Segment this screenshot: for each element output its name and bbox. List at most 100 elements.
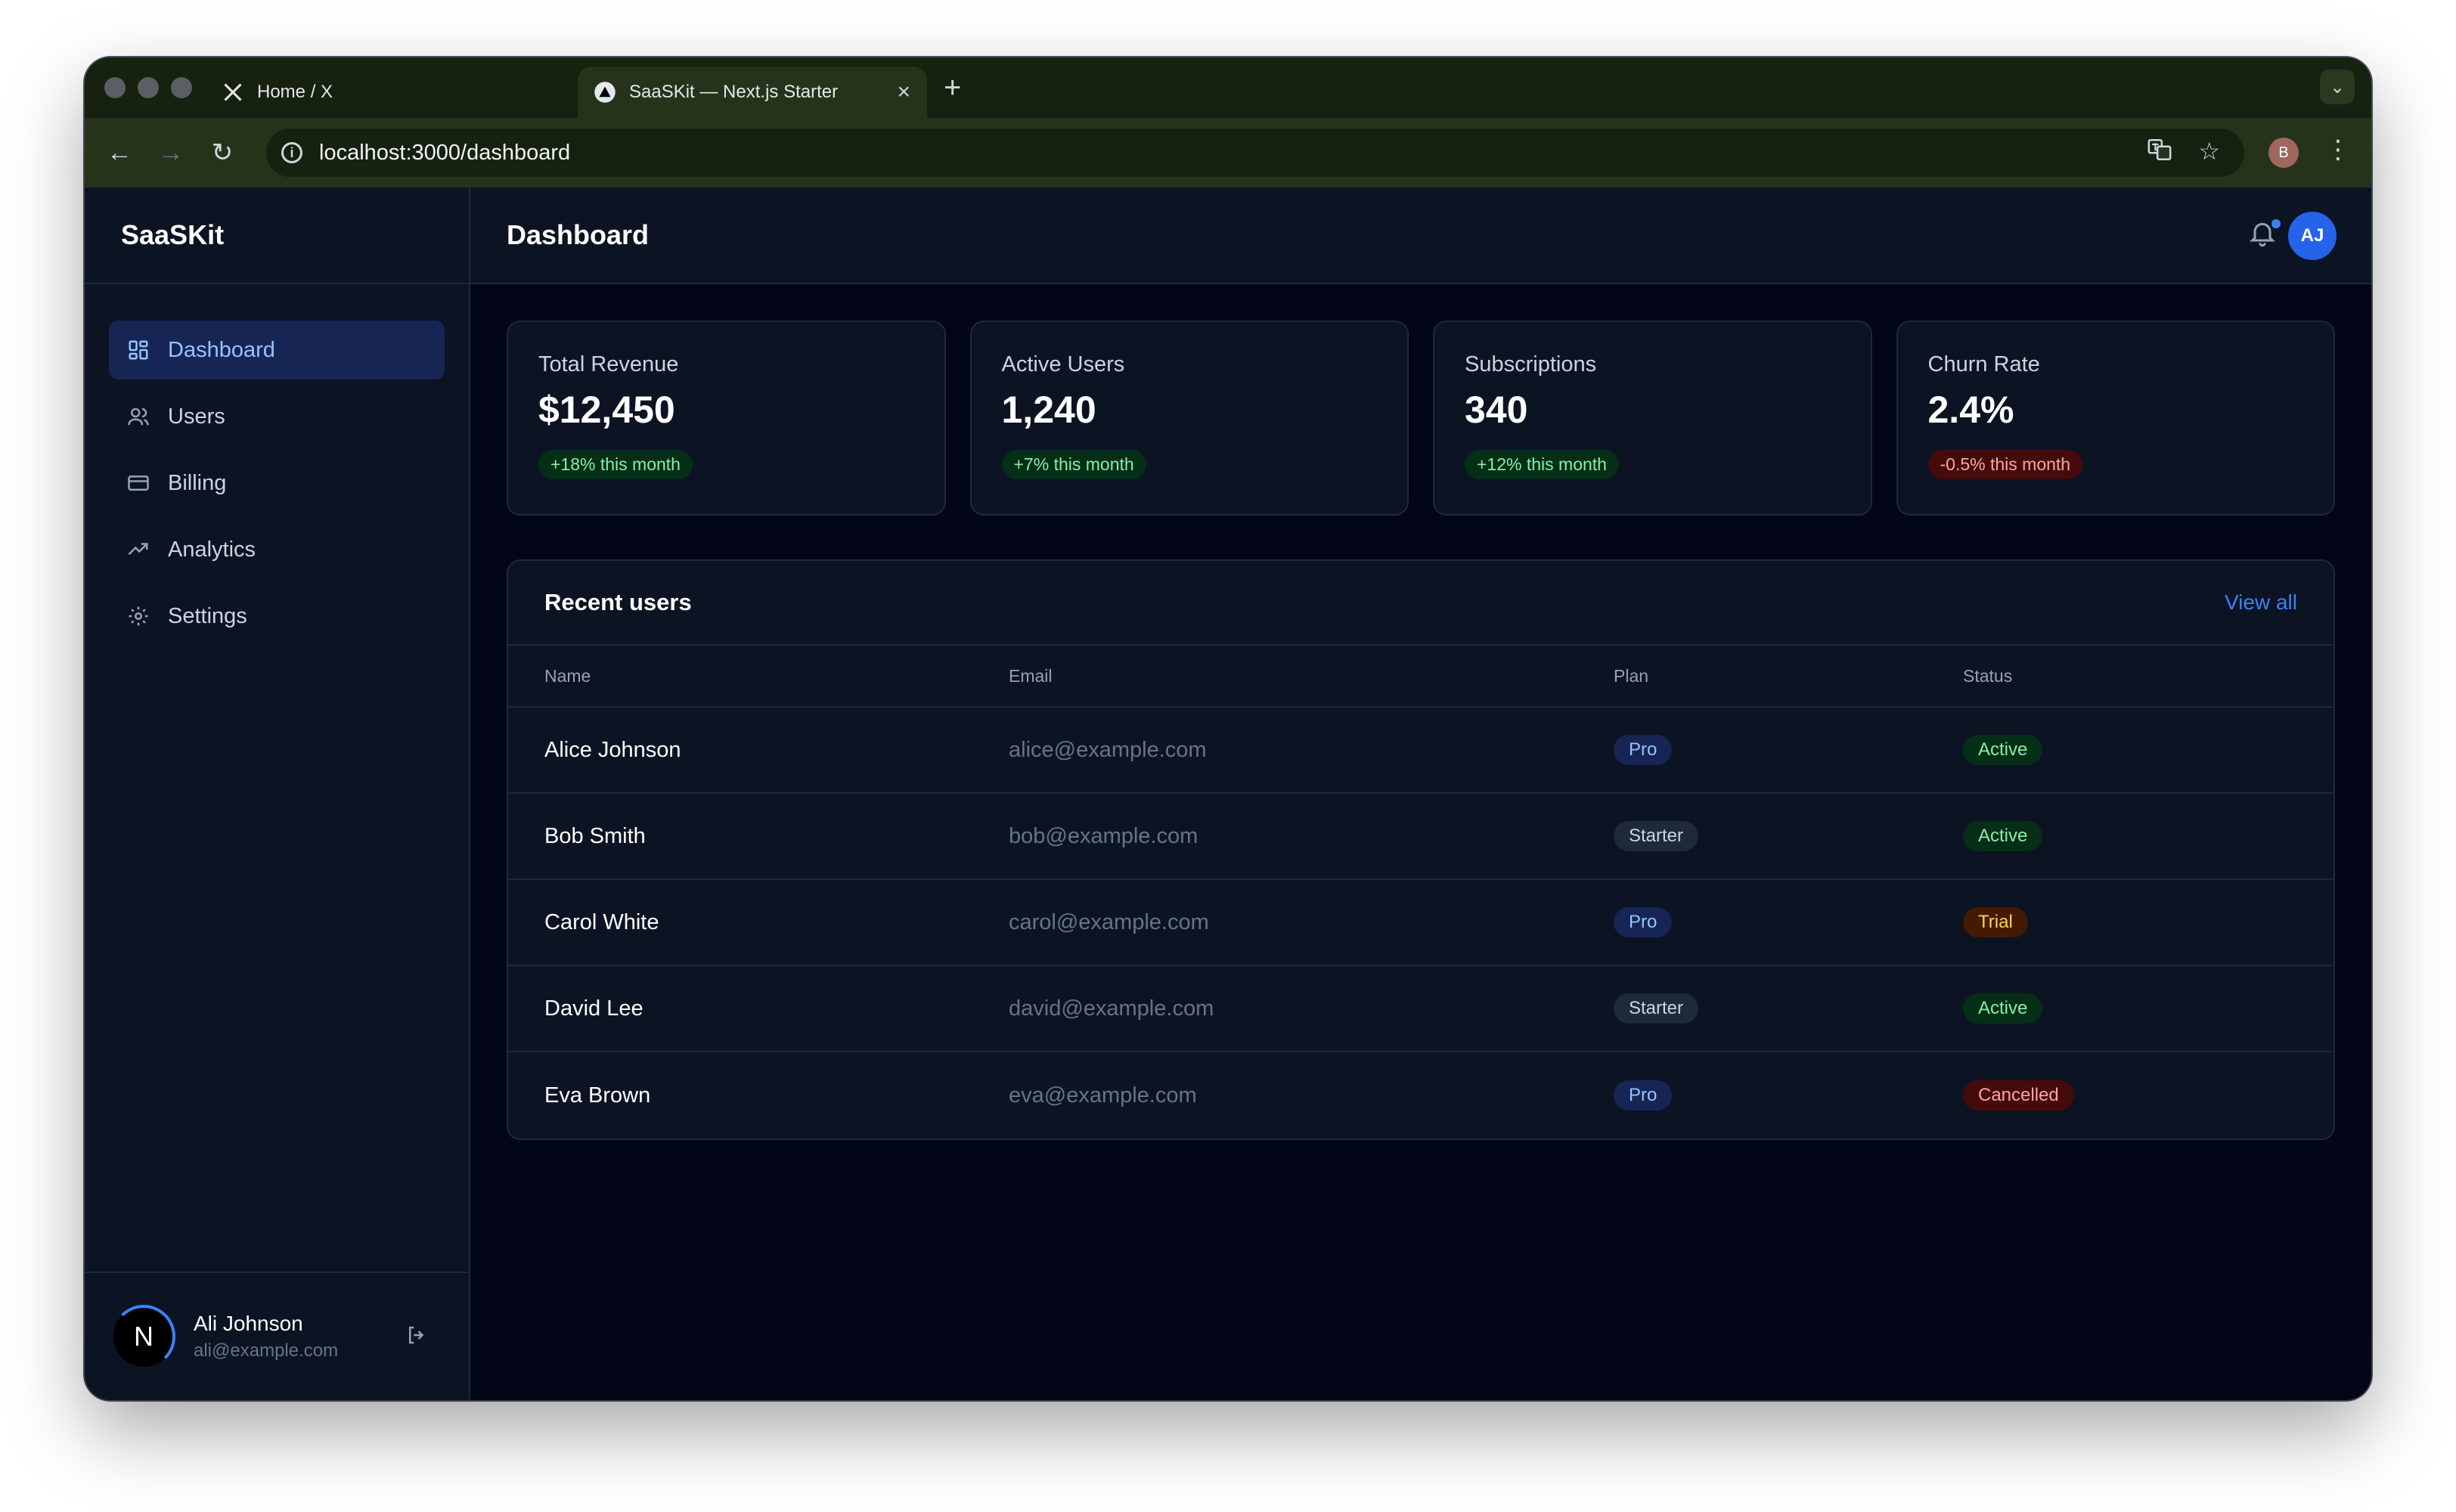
sidebar-nav: Dashboard Users Billing Analytics Settin… bbox=[85, 284, 469, 646]
url-text[interactable]: localhost:3000/dashboard bbox=[319, 141, 570, 166]
user-name-cell: Eva Brown bbox=[544, 1083, 651, 1108]
sidebar-item-dashboard[interactable]: Dashboard bbox=[109, 321, 445, 380]
reload-icon[interactable]: ↻ bbox=[204, 135, 240, 171]
sidebar-item-label: Settings bbox=[168, 603, 247, 628]
recent-users-panel: Recent users View all Name Email Plan St… bbox=[507, 559, 2335, 1140]
main-content: Dashboard AJ Total Revenue $12,450 +18% … bbox=[470, 187, 2371, 1400]
stat-change-badge: +18% this month bbox=[538, 450, 693, 479]
view-all-link[interactable]: View all bbox=[2225, 590, 2297, 615]
stat-change-badge: -0.5% this month bbox=[1927, 450, 2083, 479]
tab-saaskit[interactable]: SaaSKit — Next.js Starter × bbox=[578, 67, 927, 118]
stat-label: Total Revenue bbox=[538, 352, 679, 376]
sidebar-item-label: Billing bbox=[168, 470, 227, 495]
stat-value: 340 bbox=[1465, 389, 1528, 431]
table-header: Name Email Plan Status bbox=[508, 646, 2334, 708]
back-icon[interactable]: ← bbox=[101, 135, 138, 171]
tab-search-button[interactable]: ⌄ bbox=[2320, 70, 2355, 104]
user-name-cell: Alice Johnson bbox=[544, 737, 681, 762]
table-row[interactable]: Eva Brown eva@example.com Pro Cancelled bbox=[508, 1052, 2334, 1139]
stat-value: 2.4% bbox=[1927, 389, 2014, 431]
column-header-email: Email bbox=[1009, 665, 1053, 686]
tab-title: SaaSKit — Next.js Starter bbox=[629, 82, 839, 102]
tab-strip: Home / X × SaaSKit — Next.js Starter × +… bbox=[85, 57, 2371, 118]
status-badge: Cancelled bbox=[1963, 1080, 2074, 1111]
sidebar-item-label: Dashboard bbox=[168, 337, 275, 362]
stat-change-badge: +7% this month bbox=[1001, 450, 1146, 479]
status-badge: Active bbox=[1963, 821, 2043, 851]
table-row[interactable]: Alice Johnson alice@example.com Pro Acti… bbox=[508, 708, 2334, 794]
sidebar-item-analytics[interactable]: Analytics bbox=[109, 520, 445, 579]
plan-badge: Starter bbox=[1614, 993, 1699, 1024]
user-email-cell: alice@example.com bbox=[1009, 737, 1207, 762]
panel-header: Recent users View all bbox=[508, 561, 2334, 646]
column-header-status: Status bbox=[1963, 665, 2013, 686]
close-window-button[interactable] bbox=[104, 77, 126, 98]
sidebar-item-billing[interactable]: Billing bbox=[109, 454, 445, 513]
stat-value: 1,240 bbox=[1001, 389, 1096, 431]
sidebar-item-users[interactable]: Users bbox=[109, 387, 445, 446]
status-badge: Active bbox=[1963, 993, 2043, 1024]
logout-icon[interactable] bbox=[405, 1324, 428, 1350]
bookmark-star-icon[interactable]: ☆ bbox=[2198, 137, 2220, 169]
user-email-cell: eva@example.com bbox=[1009, 1083, 1197, 1108]
sidebar-item-label: Users bbox=[168, 404, 225, 429]
user-email-cell: bob@example.com bbox=[1009, 823, 1199, 848]
user-email: ali@example.com bbox=[194, 1340, 339, 1361]
user-info: Ali Johnson ali@example.com bbox=[194, 1312, 338, 1362]
stat-change-badge: +12% this month bbox=[1465, 450, 1619, 479]
dashboard-grid-icon bbox=[126, 337, 151, 363]
user-email-cell: carol@example.com bbox=[1009, 909, 1209, 934]
app-root: SaaSKit Dashboard Users Billing Analytic… bbox=[85, 187, 2371, 1400]
users-icon bbox=[126, 404, 151, 429]
notification-bell-icon[interactable] bbox=[2247, 218, 2284, 254]
plan-badge: Pro bbox=[1614, 907, 1673, 937]
site-info-icon[interactable]: i bbox=[281, 142, 302, 163]
new-tab-button[interactable]: + bbox=[944, 71, 961, 105]
stat-card-churn-rate: Churn Rate 2.4% -0.5% this month bbox=[1896, 321, 2335, 516]
triangle-logo-icon bbox=[593, 80, 617, 104]
translate-icon[interactable] bbox=[2147, 137, 2172, 169]
column-header-plan: Plan bbox=[1614, 665, 1649, 686]
header-avatar[interactable]: AJ bbox=[2288, 212, 2337, 260]
forward-icon[interactable]: → bbox=[153, 135, 189, 171]
profile-avatar[interactable]: B bbox=[2268, 138, 2299, 168]
status-badge: Trial bbox=[1963, 907, 2028, 937]
x-logo-icon bbox=[221, 80, 245, 104]
sidebar-user-profile: N Ali Johnson ali@example.com bbox=[85, 1272, 469, 1400]
table-row[interactable]: Carol White carol@example.com Pro Trial bbox=[508, 880, 2334, 966]
user-name-cell: Carol White bbox=[544, 909, 659, 934]
browser-window: Home / X × SaaSKit — Next.js Starter × +… bbox=[85, 57, 2371, 1400]
user-name: Ali Johnson bbox=[194, 1312, 303, 1335]
notification-dot bbox=[2271, 219, 2281, 228]
browser-menu-icon[interactable]: ⋮ bbox=[2323, 135, 2353, 165]
plan-badge: Pro bbox=[1614, 1080, 1673, 1111]
close-tab-icon[interactable]: × bbox=[897, 79, 910, 105]
plan-badge: Starter bbox=[1614, 821, 1699, 851]
column-header-name: Name bbox=[544, 665, 591, 686]
sidebar: SaaSKit Dashboard Users Billing Analytic… bbox=[85, 187, 470, 1400]
user-avatar[interactable]: N bbox=[112, 1305, 175, 1368]
stat-label: Subscriptions bbox=[1465, 352, 1597, 376]
table-row[interactable]: David Lee david@example.com Starter Acti… bbox=[508, 966, 2334, 1052]
stats-cards: Total Revenue $12,450 +18% this month Ac… bbox=[507, 321, 2335, 516]
user-email-cell: david@example.com bbox=[1009, 996, 1214, 1021]
stat-card-subscriptions: Subscriptions 340 +12% this month bbox=[1433, 321, 1872, 516]
stat-card-active-users: Active Users 1,240 +7% this month bbox=[969, 321, 1409, 516]
plan-badge: Pro bbox=[1614, 735, 1673, 765]
top-bar: Dashboard AJ bbox=[470, 187, 2371, 284]
user-name-cell: Bob Smith bbox=[544, 823, 646, 848]
stat-card-revenue: Total Revenue $12,450 +18% this month bbox=[507, 321, 946, 516]
user-name-cell: David Lee bbox=[544, 996, 643, 1021]
stat-label: Active Users bbox=[1001, 352, 1125, 376]
address-bar[interactable]: i localhost:3000/dashboard ☆ bbox=[266, 129, 2244, 177]
sidebar-item-label: Analytics bbox=[168, 537, 256, 562]
sidebar-item-settings[interactable]: Settings bbox=[109, 587, 445, 646]
minimize-window-button[interactable] bbox=[138, 77, 159, 98]
zoom-window-button[interactable] bbox=[171, 77, 192, 98]
credit-card-icon bbox=[126, 470, 151, 496]
stat-value: $12,450 bbox=[538, 389, 675, 431]
trending-up-icon bbox=[126, 537, 151, 562]
table-row[interactable]: Bob Smith bob@example.com Starter Active bbox=[508, 794, 2334, 880]
brand-logo[interactable]: SaaSKit bbox=[85, 187, 469, 284]
gear-icon bbox=[126, 603, 151, 629]
